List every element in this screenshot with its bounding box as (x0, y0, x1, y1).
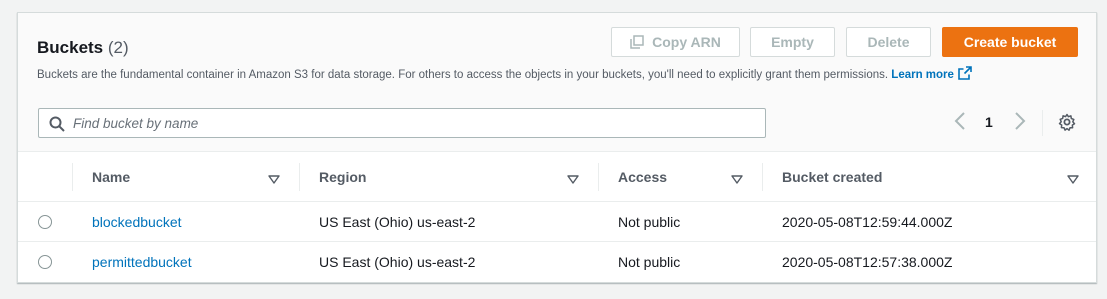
column-divider (762, 163, 763, 191)
create-bucket-button[interactable]: Create bucket (942, 27, 1078, 57)
delete-label: Delete (867, 34, 910, 50)
row-select-radio[interactable] (38, 255, 52, 269)
row-select-radio[interactable] (38, 215, 52, 229)
table-preferences-button[interactable] (1058, 113, 1076, 136)
chevron-left-icon (954, 111, 966, 135)
title-text: Buckets (37, 38, 104, 57)
sort-caret-icon[interactable] (567, 172, 579, 190)
external-link-icon (958, 66, 972, 83)
pagination-divider (1042, 110, 1043, 136)
learn-more-label: Learn more (891, 69, 954, 81)
bucket-region: US East (Ohio) us-east-2 (319, 254, 476, 270)
column-divider (72, 163, 73, 191)
empty-label: Empty (771, 34, 814, 50)
bucket-access: Not public (618, 254, 681, 270)
bucket-access: Not public (618, 214, 681, 230)
panel-header: Buckets (2) Buckets are the fundamental … (18, 13, 1096, 152)
bucket-created-date: 2020-05-08T12:59:44.000Z (782, 214, 953, 230)
copy-arn-label: Copy ARN (652, 34, 721, 50)
description-text: Buckets are the fundamental container in… (37, 69, 889, 81)
sort-caret-icon[interactable] (731, 172, 743, 190)
bucket-name-link[interactable]: permittedbucket (92, 254, 192, 270)
copy-arn-button[interactable]: Copy ARN (611, 27, 740, 57)
bucket-region: US East (Ohio) us-east-2 (319, 214, 476, 230)
table-row: blockedbucket US East (Ohio) us-east-2 N… (18, 202, 1096, 242)
bucket-created-date: 2020-05-08T12:57:38.000Z (782, 254, 953, 270)
bucket-count: (2) (107, 38, 129, 57)
search-input[interactable] (73, 114, 753, 132)
search-icon (49, 116, 65, 137)
column-header-bucket-created[interactable]: Bucket created (782, 169, 882, 185)
header-description: Buckets are the fundamental container in… (37, 66, 972, 83)
next-page-button[interactable] (1014, 111, 1026, 135)
sort-caret-icon[interactable] (1067, 172, 1079, 190)
page-title: Buckets (2) (37, 38, 129, 58)
buckets-panel: Buckets (2) Buckets are the fundamental … (17, 12, 1097, 283)
empty-button[interactable]: Empty (750, 27, 835, 57)
column-divider (299, 163, 300, 191)
learn-more-link[interactable]: Learn more (891, 66, 972, 83)
table-header: Name Region Access Bucket created (18, 152, 1096, 202)
search-box (38, 108, 766, 138)
create-bucket-label: Create bucket (963, 34, 1057, 50)
chevron-right-icon (1014, 111, 1026, 135)
sort-caret-icon[interactable] (268, 172, 280, 190)
delete-button[interactable]: Delete (846, 27, 931, 57)
copy-icon (630, 35, 644, 49)
table-row: permittedbucket US East (Ohio) us-east-2… (18, 242, 1096, 282)
column-header-name[interactable]: Name (92, 169, 130, 185)
column-header-region[interactable]: Region (319, 169, 366, 185)
column-divider (598, 163, 599, 191)
previous-page-button[interactable] (954, 111, 966, 135)
column-header-access[interactable]: Access (618, 169, 667, 185)
bucket-name-link[interactable]: blockedbucket (92, 214, 182, 230)
gear-icon (1058, 113, 1076, 135)
current-page-number[interactable]: 1 (985, 114, 993, 130)
